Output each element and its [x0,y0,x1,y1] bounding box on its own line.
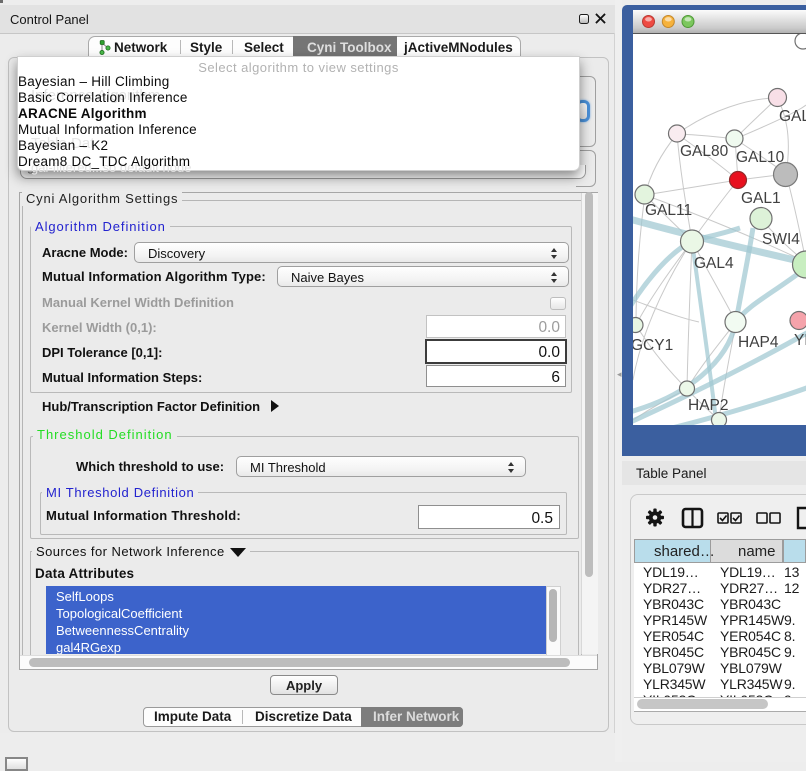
svg-text:GAL1: GAL1 [741,190,781,207]
svg-text:GAL7: GAL7 [779,108,806,125]
svg-text:GAL10: GAL10 [736,149,785,166]
svg-text:GAL4: GAL4 [694,255,734,272]
svg-text:SWI4: SWI4 [762,231,800,248]
svg-text:HAP4: HAP4 [738,334,779,351]
svg-text:HAP2: HAP2 [688,397,729,414]
svg-text:YM: YM [794,332,806,349]
svg-text:GAL11: GAL11 [645,202,692,219]
svg-text:GAL80: GAL80 [680,143,729,160]
svg-text:GCY1: GCY1 [633,337,673,354]
